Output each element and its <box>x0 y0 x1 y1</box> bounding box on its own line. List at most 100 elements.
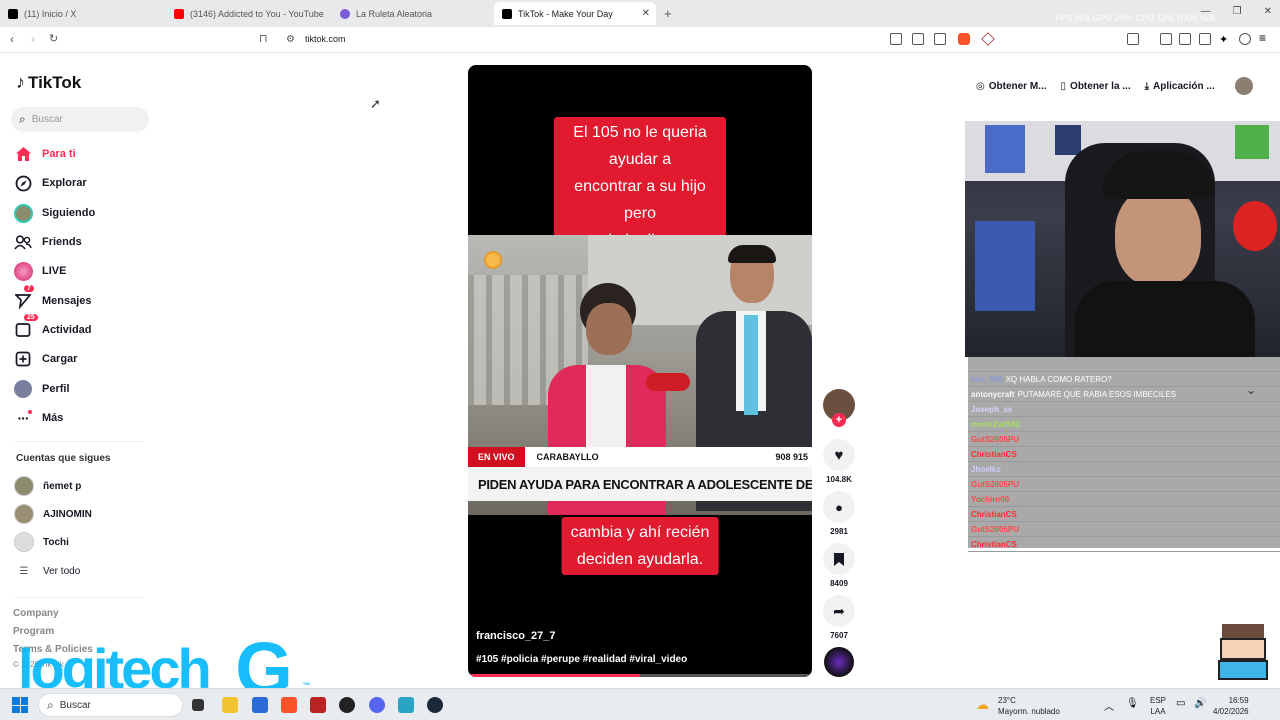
streamer-shirt <box>1075 281 1255 357</box>
close-window-icon[interactable]: ✕ <box>1264 6 1272 17</box>
chat-username: ChristianCS <box>971 509 1017 519</box>
chat-message: Jhoelks <box>968 462 1280 477</box>
chat-username: ChristianCS <box>971 539 1017 549</box>
close-tab-icon[interactable]: ✕ <box>642 8 650 19</box>
nav-item-live[interactable]: LIVE <box>13 260 66 282</box>
see-all-link[interactable]: ☰ Ver todo <box>14 566 81 577</box>
nav-item-cargar[interactable]: Cargar <box>13 348 77 370</box>
bookmark-icon[interactable]: ⊓ <box>259 32 268 45</box>
get-coins-button[interactable]: ◎ Obtener M... <box>976 81 1047 92</box>
footer-company[interactable]: Company <box>13 608 59 619</box>
translate-icon[interactable] <box>890 33 902 45</box>
like-button[interactable]: ♥ 104.8K <box>822 439 856 484</box>
browser-tab[interactable]: (3146) Addicted to You - YouTube <box>166 2 331 25</box>
site-info-icon[interactable]: ⚙ <box>286 34 295 45</box>
nav-item-explorar[interactable]: Explorar <box>13 172 87 194</box>
share-button[interactable]: ➦ 7607 <box>822 595 856 640</box>
following-account[interactable]: ñemet p <box>14 476 81 496</box>
video-player[interactable]: El 105 no le queria ayudar a encontrar a… <box>468 65 812 677</box>
forward-icon[interactable]: › <box>31 32 35 46</box>
sound-disc-button[interactable] <box>822 647 856 677</box>
following-account[interactable]: Tochi <box>14 532 69 552</box>
nav-item-mensajes[interactable]: 7 Mensajes <box>13 285 92 312</box>
tray-chevron-icon[interactable]: ︿ <box>1104 698 1114 713</box>
follow-plus-icon[interactable]: + <box>832 413 846 427</box>
video-progress-bar[interactable] <box>468 674 812 677</box>
brave-browser-icon[interactable] <box>281 697 297 713</box>
brave-rewards-icon[interactable] <box>981 32 995 46</box>
following-account[interactable]: AJINOMIN <box>14 504 92 524</box>
vpn-icon[interactable] <box>1239 33 1251 45</box>
cast-icon[interactable] <box>912 33 924 45</box>
media-icon[interactable] <box>1160 33 1172 45</box>
browser-tab[interactable]: La Ruleta Aleatoria <box>332 2 492 25</box>
share-arrow-icon: ➦ <box>823 595 855 627</box>
file-explorer-icon[interactable] <box>222 697 238 713</box>
following-avatar-icon <box>13 203 33 223</box>
nav-item-para-ti[interactable]: Para ti <box>13 143 76 165</box>
share-icon[interactable] <box>934 33 946 45</box>
wallet-icon[interactable] <box>1199 33 1211 45</box>
volume-icon[interactable]: 🔊 <box>1194 698 1206 709</box>
chat-message: Yochiro00 <box>968 492 1280 507</box>
steam-icon[interactable] <box>427 697 443 713</box>
notepad-icon[interactable] <box>398 697 414 713</box>
profile-icon <box>13 379 33 399</box>
task-view-icon[interactable] <box>192 699 204 711</box>
obs-icon[interactable] <box>339 697 355 713</box>
discord-icon[interactable] <box>369 697 385 713</box>
weather-widget[interactable]: 23°C Mayorm. nublado <box>998 695 1060 717</box>
search-icon: ⌕ <box>19 112 26 126</box>
weather-icon: ☁ <box>976 697 989 712</box>
user-avatar[interactable] <box>1234 77 1253 95</box>
new-tab-button[interactable]: + <box>664 6 672 21</box>
comment-button[interactable]: ● 2981 <box>822 491 856 536</box>
save-button[interactable]: 8409 <box>822 543 856 588</box>
chat-message <box>968 357 1280 372</box>
browser-tab-strip: (11) Inicio / X (3146) Addicted to You -… <box>0 0 1280 27</box>
nav-label: Cargar <box>42 353 78 365</box>
get-app-button[interactable]: ▯ Obtener la ... <box>1061 81 1131 92</box>
desktop-app-button[interactable]: ⤓ Aplicación ... <box>1145 81 1215 92</box>
store-icon[interactable] <box>252 697 268 713</box>
browser-tab-active[interactable]: TikTok - Make Your Day ✕ <box>494 2 656 25</box>
video-author[interactable]: francisco_27_7 <box>476 630 556 642</box>
tiktok-logo[interactable]: ♪ TikTok <box>16 72 81 93</box>
menu-icon[interactable]: ≡ <box>1259 31 1271 45</box>
leo-ai-icon[interactable]: ✦ <box>1219 33 1231 46</box>
system-clock[interactable]: 16:59 4/02/2026 <box>1213 695 1249 717</box>
brave-shield-icon[interactable] <box>958 33 970 45</box>
search-input[interactable]: ⌕ Buscar <box>11 107 149 132</box>
windows-start-icon[interactable] <box>12 697 28 713</box>
minimize-icon[interactable]: — <box>1201 6 1211 17</box>
activity-badge: 25 <box>24 314 38 321</box>
browser-tab[interactable]: (11) Inicio / X <box>0 2 165 25</box>
weather-desc: Mayorm. nublado <box>998 707 1060 716</box>
network-icon[interactable]: ▭ <box>1176 698 1185 709</box>
reload-icon[interactable]: ↻ <box>49 32 58 45</box>
nav-item-friends[interactable]: Friends <box>13 231 82 253</box>
restore-icon[interactable]: ❐ <box>1233 6 1242 17</box>
creator-avatar-button[interactable]: + <box>822 389 856 427</box>
chat-username: Jhoelks <box>971 464 1001 474</box>
back-icon[interactable]: ‹ <box>10 32 14 46</box>
nav-item-siguiendo[interactable]: Siguiendo <box>13 202 95 224</box>
nav-item-actividad[interactable]: 25 Actividad <box>13 314 92 341</box>
taskbar-search-input[interactable]: ⌕ Buscar <box>38 693 183 717</box>
nav-label: Más <box>42 412 64 424</box>
download-icon: ⤓ <box>1144 80 1150 92</box>
chat-message: GutS2005PU <box>968 522 1280 537</box>
app-icon[interactable] <box>310 697 326 713</box>
video-hashtags[interactable]: #105 #policia #perupe #realidad #viral_v… <box>476 654 687 665</box>
microphone-icon[interactable]: 🎙 <box>1126 698 1139 709</box>
x-logo-icon <box>8 8 18 19</box>
sidebar-toggle-icon[interactable] <box>1127 33 1139 45</box>
chat-scroll-down-icon[interactable]: ⌄ <box>1246 383 1256 397</box>
following-title: Cuentas que sigues <box>16 453 111 464</box>
nav-item-perfil[interactable]: Perfil <box>13 378 70 400</box>
language-indicator[interactable]: ESP LAA <box>1150 695 1166 717</box>
nav-item-mas[interactable]: ··· Más <box>13 407 63 429</box>
side-panel-icon[interactable] <box>1179 33 1191 45</box>
account-name: ñemet p <box>43 480 82 492</box>
url-field[interactable]: tiktok.com <box>305 34 346 44</box>
